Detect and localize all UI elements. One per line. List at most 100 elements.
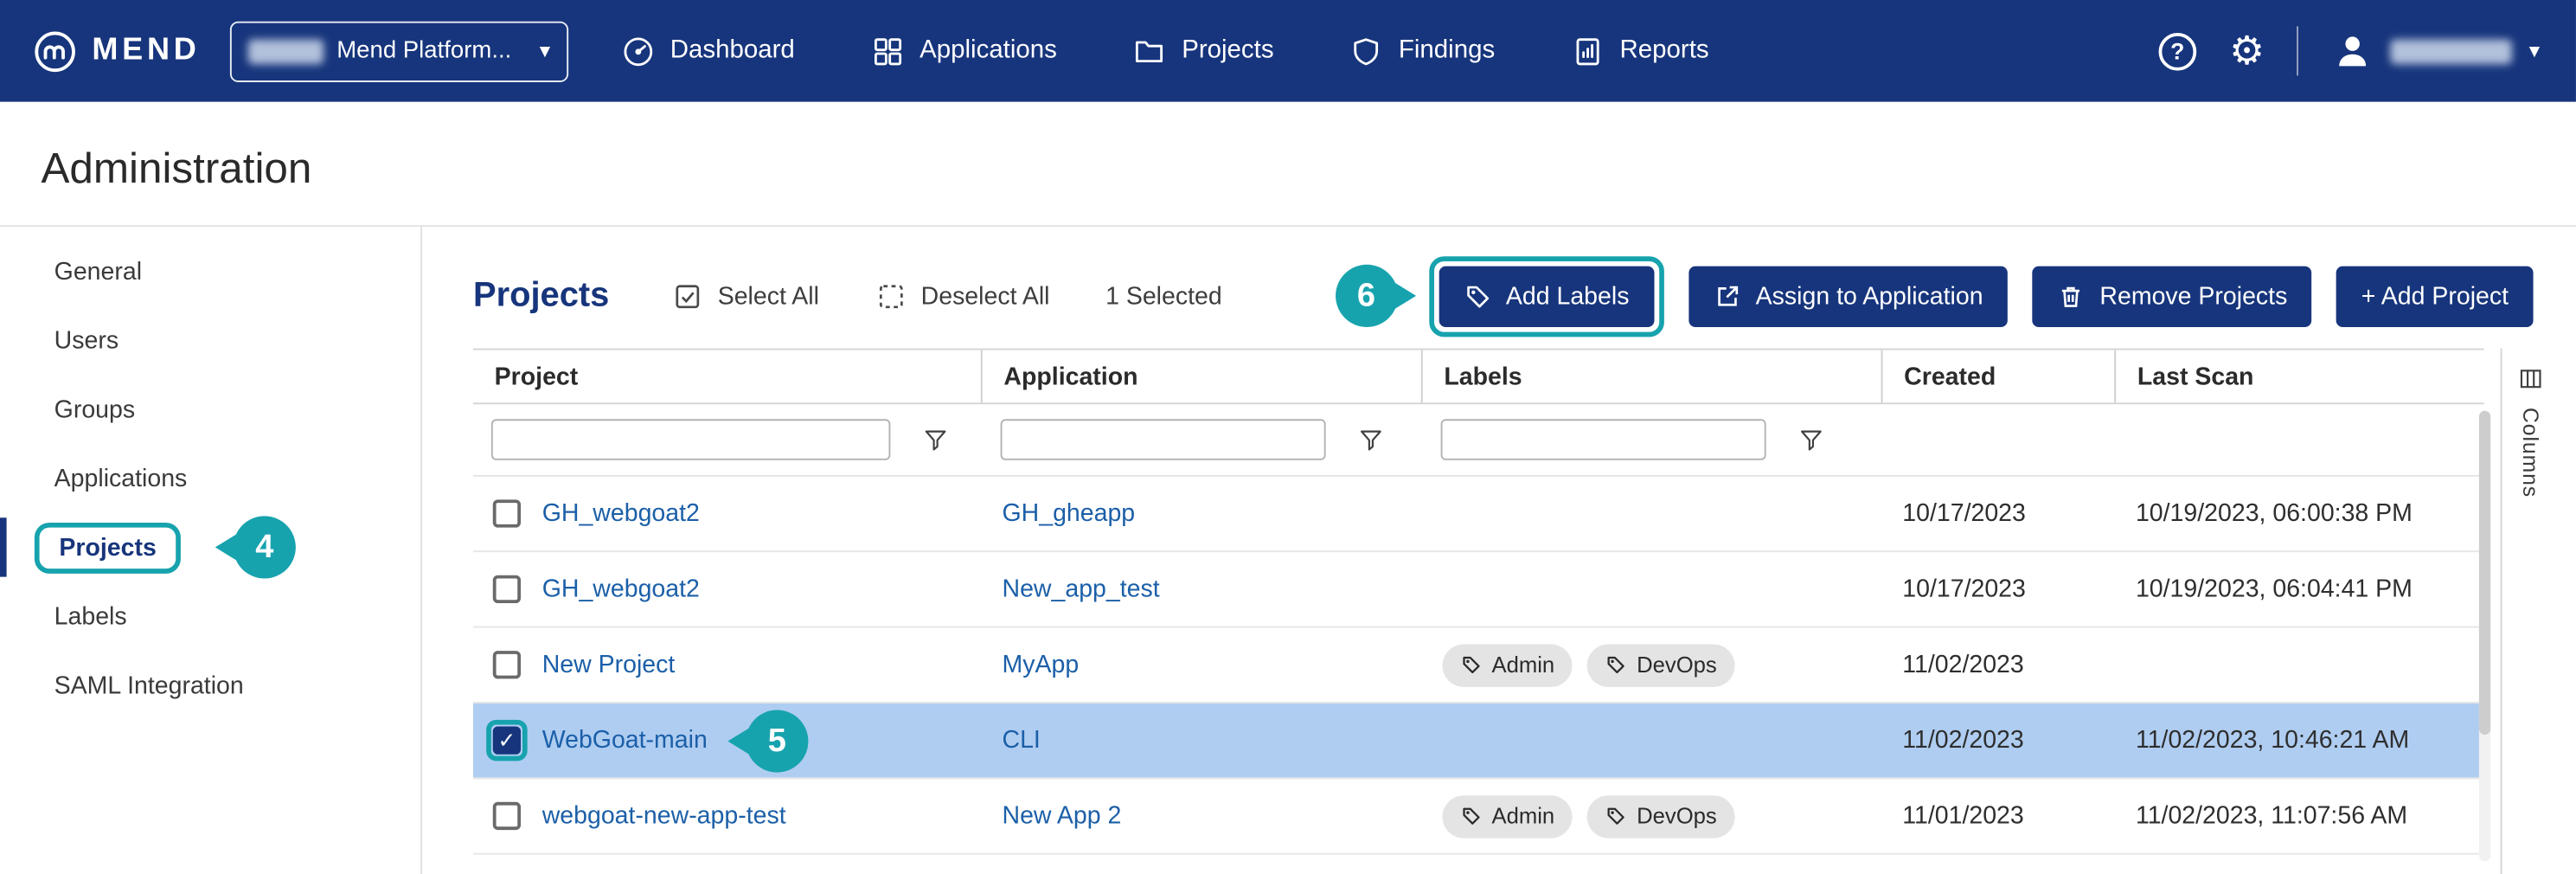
sidebar-item-labels[interactable]: Labels — [0, 582, 420, 651]
table-row[interactable]: ✓ WebGoat-main 5 CLI 11/02/2023 11/02/20… — [473, 704, 2484, 779]
assign-to-application-label: Assign to Application — [1756, 282, 1983, 310]
column-header-created[interactable]: Created — [1882, 350, 2116, 403]
organization-selector[interactable]: Mend Platform... ▾ — [230, 21, 568, 81]
row-checkbox[interactable] — [493, 802, 521, 830]
labels-cell — [1423, 552, 1883, 626]
application-link[interactable]: New App 2 — [1003, 802, 1122, 830]
column-header-labels[interactable]: Labels — [1423, 350, 1883, 403]
labels-cell — [1423, 704, 1883, 777]
nav-findings[interactable]: Findings — [1349, 34, 1495, 68]
column-header-last-scan[interactable]: Last Scan — [2116, 350, 2483, 403]
user-menu[interactable]: ▾ — [2332, 29, 2540, 72]
nav-label: Dashboard — [670, 36, 795, 66]
application-link[interactable]: New_app_test — [1003, 575, 1160, 603]
labels-filter-input[interactable] — [1441, 419, 1766, 459]
sidebar-item-label: Applications — [54, 465, 188, 492]
row-checkbox-wrap — [486, 493, 527, 534]
labels-cell — [1423, 477, 1883, 550]
nav-applications[interactable]: Applications — [870, 34, 1057, 68]
application-cell: New_app_test — [983, 552, 1423, 626]
table-row[interactable]: webgoat-new-app-test New App 2 AdminDevO… — [473, 779, 2484, 854]
deselect-all-button[interactable]: Deselect All — [875, 280, 1049, 312]
application-link[interactable]: CLI — [1003, 726, 1041, 754]
row-checkbox-wrap — [486, 644, 527, 684]
label-pill-text: DevOps — [1637, 652, 1717, 677]
sidebar-item-label: SAML Integration — [54, 672, 244, 699]
project-filter-input[interactable] — [491, 419, 891, 459]
callout-step-4: 4 — [234, 516, 296, 578]
sidebar-item-users[interactable]: Users — [0, 305, 420, 375]
last-scan-date: 11/02/2023, 11:07:56 AM — [2116, 779, 2483, 852]
projects-table: Project Application Labels Created Last … — [473, 349, 2484, 855]
nav-projects[interactable]: Projects — [1132, 34, 1273, 68]
sidebar-item-general[interactable]: General — [0, 236, 420, 305]
sidebar-item-projects[interactable]: Projects 4 — [0, 513, 420, 582]
labels-filter-button[interactable] — [1797, 426, 1825, 453]
mend-logo[interactable]: MEND — [33, 29, 201, 73]
label-pill-text: Admin — [1491, 804, 1554, 828]
created-date: 10/17/2023 — [1882, 477, 2116, 550]
sidebar-item-saml-integration[interactable]: SAML Integration — [0, 651, 420, 720]
column-header-application[interactable]: Application — [983, 350, 1423, 403]
gear-icon[interactable]: ⚙ — [2229, 31, 2265, 71]
redacted-user-name — [2391, 39, 2513, 63]
applications-icon — [870, 34, 905, 68]
table-row[interactable]: GH_webgoat2 GH_gheapp 10/17/2023 10/19/2… — [473, 477, 2484, 552]
application-link[interactable]: GH_gheapp — [1003, 499, 1136, 527]
topbar-divider — [2297, 26, 2299, 75]
row-checkbox[interactable] — [493, 651, 521, 678]
top-navigation-bar: MEND Mend Platform... ▾ Dashboard Applic… — [0, 0, 2576, 102]
project-link[interactable]: WebGoat-main — [542, 726, 708, 754]
tag-icon — [1464, 282, 1491, 310]
columns-panel-toggle[interactable]: Columns — [2501, 349, 2560, 874]
select-all-button[interactable]: Select All — [672, 280, 819, 312]
row-checkbox[interactable]: ✓ — [493, 726, 521, 754]
remove-projects-button[interactable]: Remove Projects — [2033, 266, 2312, 326]
label-pill: Admin — [1442, 644, 1573, 686]
funnel-icon — [1797, 426, 1825, 453]
assign-to-application-button[interactable]: Assign to Application — [1688, 266, 2008, 326]
application-link[interactable]: MyApp — [1003, 651, 1080, 678]
table-row[interactable]: GH_webgoat2 New_app_test 10/17/2023 10/1… — [473, 552, 2484, 627]
tag-icon — [1605, 806, 1627, 827]
application-cell: New App 2 — [983, 779, 1423, 852]
nav-dashboard[interactable]: Dashboard — [621, 34, 795, 68]
row-checkbox-wrap — [486, 795, 527, 836]
add-project-label: + Add Project — [2361, 282, 2509, 310]
page-header: Administration — [0, 102, 2576, 227]
table-filter-row — [473, 404, 2484, 477]
org-selector-label: Mend Platform... — [336, 38, 511, 64]
scrollbar-thumb[interactable] — [2479, 411, 2490, 736]
add-labels-label: Add Labels — [1506, 282, 1630, 310]
tag-icon — [1605, 654, 1627, 676]
user-avatar-icon — [2332, 29, 2374, 72]
application-filter-button[interactable] — [1357, 426, 1385, 453]
project-filter-button[interactable] — [921, 426, 949, 453]
column-header-project[interactable]: Project — [473, 350, 983, 403]
application-filter-input[interactable] — [1001, 419, 1326, 459]
row-checkbox-wrap — [486, 569, 527, 609]
funnel-icon — [921, 426, 949, 453]
sidebar-item-groups[interactable]: Groups — [0, 375, 420, 444]
table-row[interactable]: New Project MyApp AdminDevOps 11/02/2023 — [473, 627, 2484, 703]
project-link[interactable]: webgoat-new-app-test — [542, 802, 786, 830]
label-pill: Admin — [1442, 794, 1573, 837]
sidebar-item-applications[interactable]: Applications — [0, 444, 420, 513]
toolbar-actions: 6 Add Labels Assign to Application Remov… — [1335, 255, 2533, 336]
project-link[interactable]: GH_webgoat2 — [542, 575, 700, 603]
project-link[interactable]: New Project — [542, 651, 676, 678]
nav-reports[interactable]: Reports — [1571, 34, 1709, 68]
row-checkbox[interactable] — [493, 499, 521, 527]
help-icon[interactable]: ? — [2158, 32, 2196, 70]
project-link[interactable]: GH_webgoat2 — [542, 499, 700, 527]
mend-administration-page: MEND Mend Platform... ▾ Dashboard Applic… — [0, 0, 2576, 874]
sidebar-item-label: Labels — [54, 602, 127, 630]
row-checkbox[interactable] — [493, 575, 521, 603]
add-project-button[interactable]: + Add Project — [2336, 266, 2533, 326]
nav-label: Projects — [1182, 36, 1273, 66]
add-labels-button[interactable]: Add Labels — [1439, 266, 1654, 326]
vertical-scrollbar[interactable] — [2479, 411, 2490, 861]
sidebar-item-label: General — [54, 257, 142, 285]
projects-toolbar: Projects Select All Deselect All 1 Selec… — [473, 260, 2534, 332]
tag-icon — [1460, 654, 1482, 676]
